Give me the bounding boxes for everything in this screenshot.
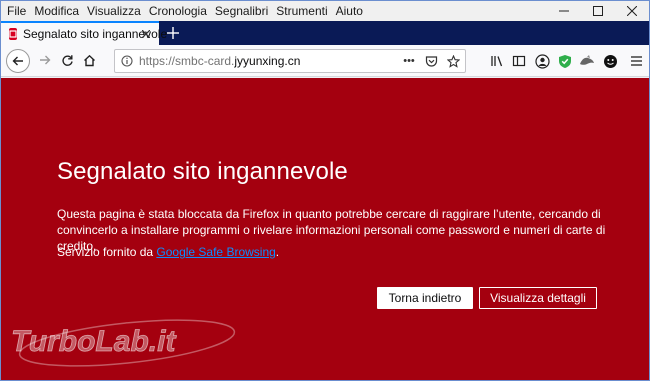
menu-strumenti[interactable]: Strumenti [272, 1, 331, 21]
close-window-button[interactable] [615, 1, 649, 21]
svg-text:TurboLab.it: TurboLab.it [11, 325, 177, 358]
provider-prefix: Servizio fornito da [57, 245, 157, 259]
menu-icon[interactable] [627, 52, 645, 70]
provider-suffix: . [275, 245, 280, 259]
home-icon[interactable] [78, 49, 100, 71]
library-icon[interactable] [488, 52, 506, 70]
menu-modifica[interactable]: Modifica [30, 1, 83, 21]
error-title: Segnalato sito ingannevole [57, 158, 348, 185]
close-window-icon [627, 6, 637, 16]
go-back-button[interactable]: Torna indietro [377, 287, 473, 309]
pocket-icon[interactable] [423, 53, 439, 69]
info-icon[interactable] [117, 50, 137, 72]
minimize-button[interactable] [547, 1, 581, 21]
new-tab-icon[interactable] [161, 21, 185, 45]
url-page-actions: ••• [401, 50, 461, 72]
back-icon[interactable] [6, 49, 30, 73]
menu-aiuto[interactable]: Aiuto [332, 1, 367, 21]
shield-extension-icon[interactable] [556, 52, 574, 70]
view-details-button[interactable]: Visualizza dettagli [479, 287, 597, 309]
minimize-icon [559, 10, 569, 12]
turbolab-watermark-logo: TurboLab.it [11, 319, 236, 367]
emoji-extension-icon[interactable] [601, 52, 619, 70]
browser-window: File Modifica Visualizza Cronologia Segn… [0, 0, 650, 381]
tab-warning-favicon [9, 28, 17, 40]
reload-icon[interactable] [56, 49, 78, 71]
url-scheme: https:// [139, 54, 176, 68]
error-provider: Servizio fornito da Google Safe Browsing… [57, 245, 279, 259]
tab-active[interactable]: Segnalato sito ingannevole [1, 21, 167, 45]
menu-visualizza[interactable]: Visualizza [83, 1, 145, 21]
menu-segnalibri[interactable]: Segnalibri [211, 1, 272, 21]
account-icon[interactable] [533, 52, 551, 70]
safe-browsing-link[interactable]: Google Safe Browsing [156, 245, 275, 259]
forward-icon[interactable] [34, 49, 56, 71]
url-host-prefix: smbc-card. [175, 54, 235, 68]
maximize-icon [593, 6, 603, 16]
window-controls [547, 1, 649, 21]
sidebar-icon[interactable] [510, 52, 528, 70]
tab-strip: Segnalato sito ingannevole [1, 21, 649, 45]
url-text: https://smbc-card.jyyunxing.cn [139, 54, 300, 68]
page-actions-button[interactable]: ••• [401, 53, 417, 69]
menu-file[interactable]: File [1, 1, 30, 21]
url-bar[interactable]: https://smbc-card.jyyunxing.cn ••• [114, 49, 466, 73]
nav-toolbar: https://smbc-card.jyyunxing.cn ••• [1, 45, 649, 77]
extension-icon[interactable] [578, 52, 596, 70]
menu-cronologia[interactable]: Cronologia [145, 1, 211, 21]
menu-bar: File Modifica Visualizza Cronologia Segn… [1, 1, 649, 21]
tab-close-icon[interactable] [139, 27, 153, 41]
url-host: jyyunxing.cn [234, 54, 301, 68]
bookmark-star-icon[interactable] [445, 53, 461, 69]
maximize-button[interactable] [581, 1, 615, 21]
